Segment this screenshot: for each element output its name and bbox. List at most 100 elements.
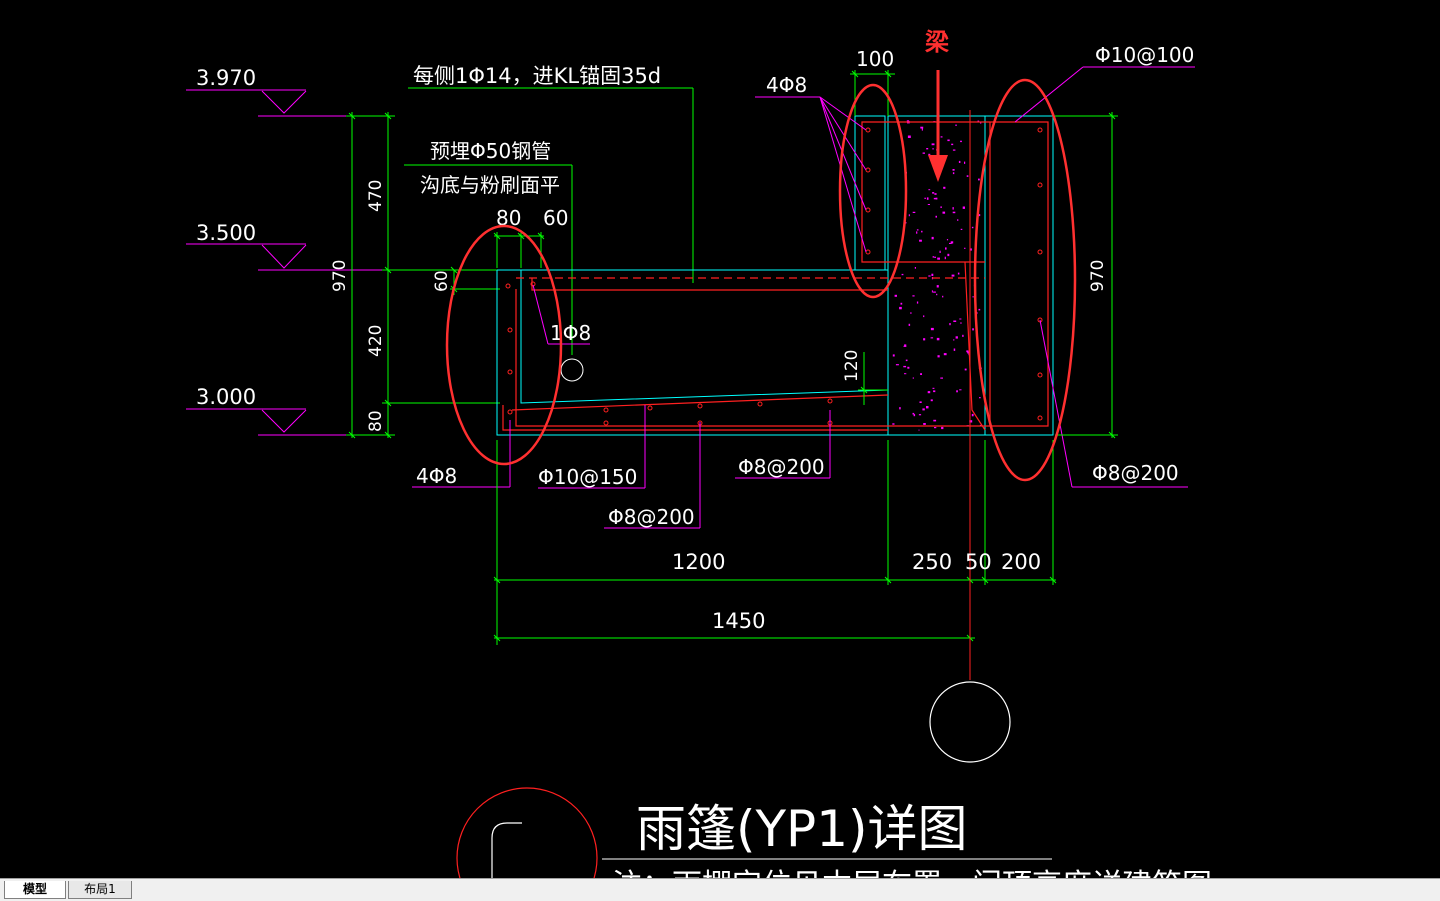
hatch-speck [933, 197, 937, 200]
tab-layout1[interactable]: 布局1 [68, 881, 132, 899]
hatch-speck [962, 334, 964, 337]
hatch-speck [936, 293, 938, 296]
hatch-speck [928, 275, 931, 277]
dim-420: 420 [366, 325, 386, 357]
hatch-speck [944, 256, 946, 260]
hatch-speck [934, 427, 937, 429]
hatch-speck [942, 295, 944, 298]
hatch-speck [932, 148, 934, 150]
dim-80-left: 80 [366, 410, 386, 432]
hatch-speck [953, 320, 957, 322]
hatch-speck [960, 140, 962, 143]
hatch-speck [964, 368, 967, 371]
hatch-speck [907, 135, 911, 138]
note-top-anchor: 每侧1Φ14，进KL锚固35d [413, 64, 661, 88]
hatch-speck [932, 387, 935, 389]
elevation-3000: 3.000 [196, 385, 256, 409]
hatch-speck [953, 348, 956, 351]
label-phi10-100: Φ10@100 [1095, 43, 1194, 67]
dim-120: 120 [842, 350, 862, 382]
dim-470: 470 [366, 180, 386, 212]
hatch-speck [922, 408, 925, 411]
beam-label: 梁 [924, 28, 949, 56]
hatch-speck [933, 419, 937, 422]
hatch-speck [951, 143, 954, 146]
label-beam-4phi8: 4Φ8 [766, 73, 807, 97]
dim-970-left: 970 [330, 260, 350, 292]
hatch-speck [912, 211, 916, 213]
hatch-speck [920, 126, 924, 129]
hatch-speck [912, 412, 915, 415]
note-pipe-line1: 预埋Φ50钢管 [430, 139, 551, 163]
hatch-speck [964, 247, 966, 249]
hatch-speck [940, 136, 943, 138]
hatch-speck [960, 322, 962, 324]
hatch-speck [951, 274, 955, 277]
hatch-speck [930, 399, 933, 402]
label-phi10-150: Φ10@150 [538, 465, 637, 489]
hatch-speck [908, 214, 910, 217]
hatch-speck [912, 295, 915, 297]
label-phi8-200-right: Φ8@200 [1092, 461, 1179, 485]
hatch-speck [930, 327, 934, 331]
hatch-speck [960, 228, 963, 230]
hatch-speck [947, 139, 950, 142]
hatch-speck [926, 148, 929, 150]
hatch-speck [953, 339, 955, 341]
hatch-speck [931, 236, 934, 240]
cad-canvas[interactable]: 3.970 3.500 3.000 970 470 420 80 每侧1Φ14，… [0, 0, 1440, 900]
drawing-title: 雨篷(YP1)详图 [636, 800, 968, 858]
hatch-speck [905, 359, 908, 362]
hatch-speck [919, 239, 922, 242]
hatch-speck [901, 273, 904, 276]
dim-1450: 1450 [712, 609, 765, 633]
hatch-speck [928, 189, 931, 191]
hatch-speck [931, 143, 935, 146]
hatch-speck [955, 124, 957, 126]
hatch-speck [924, 197, 926, 199]
hatch-speck [914, 267, 916, 269]
hatch-speck [943, 353, 947, 356]
hatch-speck [940, 377, 943, 379]
hatch-speck [962, 206, 965, 209]
hatch-speck [935, 215, 937, 218]
hatch-speck [907, 366, 910, 369]
hatch-speck [899, 306, 902, 310]
hatch-speck [908, 323, 911, 326]
hatch-speck [903, 365, 907, 368]
hatch-speck [916, 229, 919, 231]
hatch-speck [978, 178, 980, 181]
dim-100: 100 [856, 47, 894, 71]
hatch-speck [894, 294, 897, 297]
dim-250: 250 [912, 550, 952, 574]
hatch-speck [923, 315, 925, 318]
hatch-speck [943, 186, 946, 189]
hatch-speck [932, 256, 935, 258]
hatch-speck [931, 273, 934, 276]
hatch-speck [895, 364, 899, 366]
label-phi8-200-a: Φ8@200 [608, 505, 695, 529]
hatch-speck [932, 192, 935, 194]
hatch-speck [927, 204, 930, 205]
hatch-speck [930, 337, 934, 339]
dim-50: 50 [965, 550, 992, 574]
dim-970-right: 970 [1088, 260, 1108, 292]
hatch-speck [971, 226, 974, 229]
hatch-speck [922, 152, 925, 154]
tab-model[interactable]: 模型 [4, 881, 66, 899]
hatch-speck [979, 397, 981, 399]
label-phi8-200-b: Φ8@200 [738, 455, 825, 479]
hatch-speck [942, 211, 946, 214]
hatch-speck [952, 207, 954, 210]
hatch-speck [918, 429, 920, 431]
dim-200: 200 [1001, 550, 1041, 574]
hatch-speck [926, 197, 929, 200]
hatch-speck [916, 301, 919, 304]
dim-60-side: 60 [432, 270, 452, 292]
hatch-speck [959, 389, 962, 391]
hatch-speck [912, 377, 914, 379]
elevation-3500: 3.500 [196, 221, 256, 245]
hatch-speck [918, 414, 922, 416]
hatch-speck [900, 302, 903, 305]
hatch-speck [971, 413, 974, 417]
